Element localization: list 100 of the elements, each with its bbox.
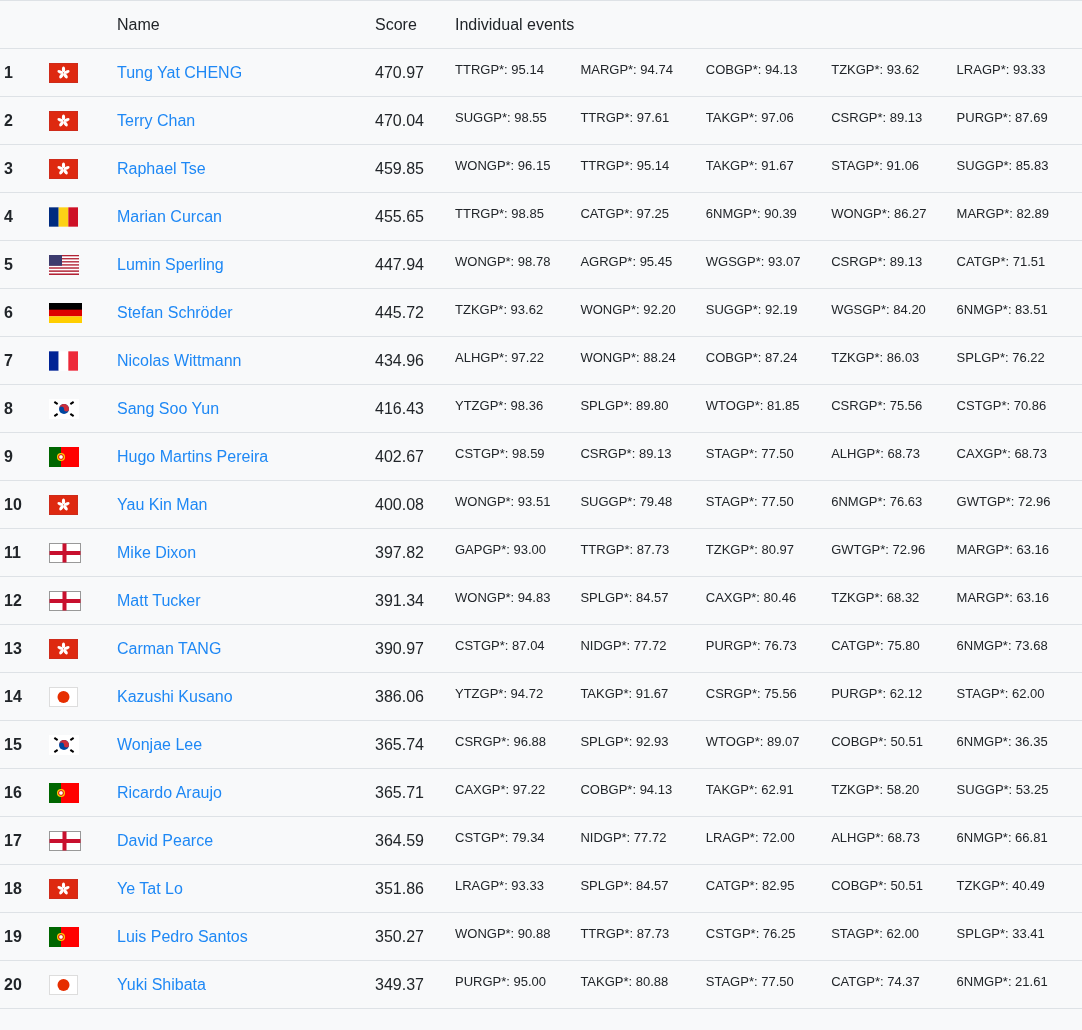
- event-score: TAKGP*: 80.88: [580, 974, 670, 989]
- event-score: WTOGP*: 81.85: [705, 398, 801, 413]
- score-value: 365.74: [375, 735, 424, 753]
- event-score: CSTGP*: 98.59: [455, 446, 546, 461]
- event-score: WGSGP*: 84.20: [831, 302, 927, 317]
- score-value: 350.27: [375, 927, 424, 945]
- event-score: LRAGP*: 93.33: [956, 62, 1047, 77]
- event-score: CSRGP*: 89.13: [580, 446, 673, 461]
- player-name-link[interactable]: Yau Kin Man: [117, 495, 208, 513]
- score-value: 390.97: [375, 639, 424, 657]
- event-score: CATGP*: 97.25: [580, 206, 671, 221]
- event-score: TTRGP*: 97.61: [580, 110, 671, 125]
- event-score: CSTGP*: 70.86: [956, 398, 1048, 413]
- score-value: 447.94: [375, 255, 424, 273]
- event-score: COBGP*: 94.13: [580, 782, 674, 797]
- event-score: TZKGP*: 86.03: [831, 350, 921, 365]
- event-score: SPLGP*: 84.57: [580, 878, 670, 893]
- score-value: 400.08: [375, 495, 424, 513]
- rank-number: 7: [4, 351, 13, 369]
- player-name-link[interactable]: Yuki Shibata: [117, 975, 206, 993]
- event-score: WONGP*: 93.51: [455, 494, 552, 509]
- event-score: YTZGP*: 98.36: [455, 398, 545, 413]
- event-score: PURGP*: 87.69: [956, 110, 1049, 125]
- event-score: 6NMGP*: 73.68: [956, 638, 1049, 653]
- rank-number: 2: [4, 111, 13, 129]
- player-name-link[interactable]: Kazushi Kusano: [117, 687, 233, 705]
- score-value: 459.85: [375, 159, 424, 177]
- event-score: STAGP*: 62.00: [831, 926, 921, 941]
- event-score: TAKGP*: 97.06: [705, 110, 795, 125]
- player-name-link[interactable]: Terry Chan: [117, 111, 196, 129]
- event-score: STAGP*: 77.50: [705, 974, 795, 989]
- event-score: WONGP*: 90.88: [455, 926, 552, 941]
- player-name-link[interactable]: Lumin Sperling: [117, 255, 224, 273]
- rank-number: 14: [4, 687, 22, 705]
- player-name-link[interactable]: Mike Dixon: [117, 543, 197, 561]
- rank-number: 20: [4, 975, 22, 993]
- score-value: 365.71: [375, 783, 424, 801]
- player-name-link[interactable]: David Pearce: [117, 831, 214, 849]
- event-score: AGRGP*: 95.45: [580, 254, 674, 269]
- score-value: 470.97: [375, 63, 424, 81]
- score-value: 397.82: [375, 543, 424, 561]
- event-score: MARGP*: 63.16: [956, 542, 1051, 557]
- player-name-link[interactable]: Hugo Martins Pereira: [117, 447, 269, 465]
- event-score: CAXGP*: 80.46: [705, 590, 798, 605]
- event-score: YTZGP*: 94.72: [455, 686, 545, 701]
- player-name-link[interactable]: Ye Tat Lo: [117, 879, 183, 897]
- player-name-link[interactable]: Marian Curcan: [117, 207, 222, 225]
- player-name-link[interactable]: Sang Soo Yun: [117, 399, 220, 417]
- event-score: CATGP*: 75.80: [831, 638, 921, 653]
- column-header: Score: [375, 15, 417, 33]
- event-score: STAGP*: 77.50: [705, 446, 795, 461]
- event-score: 6NMGP*: 90.39: [705, 206, 798, 221]
- event-score: CSRGP*: 75.56: [705, 686, 798, 701]
- event-score: TTRGP*: 87.73: [580, 542, 671, 557]
- event-score: SUGGP*: 98.55: [455, 110, 548, 125]
- event-score: CSRGP*: 89.13: [831, 110, 924, 125]
- event-score: 6NMGP*: 76.63: [831, 494, 924, 509]
- event-score: TTRGP*: 98.85: [455, 206, 545, 221]
- event-score: MARGP*: 63.16: [956, 590, 1051, 605]
- event-score: SUGGP*: 79.48: [580, 494, 674, 509]
- player-name-link[interactable]: Luis Pedro Santos: [117, 927, 248, 945]
- event-score: WONGP*: 92.20: [580, 302, 677, 317]
- event-score: WONGP*: 96.15: [455, 158, 552, 173]
- score-value: 402.67: [375, 447, 424, 465]
- event-score: TZKGP*: 40.49: [956, 878, 1046, 893]
- event-score: 6NMGP*: 36.35: [956, 734, 1049, 749]
- player-name-link[interactable]: Carman TANG: [117, 639, 222, 657]
- player-name-link[interactable]: Nicolas Wittmann: [117, 351, 242, 369]
- event-score: CSTGP*: 87.04: [455, 638, 546, 653]
- rank-number: 5: [4, 255, 13, 273]
- event-score: 6NMGP*: 21.61: [956, 974, 1049, 989]
- event-score: SPLGP*: 76.22: [956, 350, 1046, 365]
- event-score: LRAGP*: 72.00: [705, 830, 796, 845]
- player-name-link[interactable]: Raphael Tse: [117, 159, 206, 177]
- event-score: CAXGP*: 97.22: [455, 782, 547, 797]
- score-value: 445.72: [375, 303, 424, 321]
- event-score: WONGP*: 86.27: [831, 206, 928, 221]
- rank-number: 3: [4, 159, 13, 177]
- rank-number: 10: [4, 495, 22, 513]
- score-value: 386.06: [375, 687, 424, 705]
- rank-number: 1: [4, 63, 13, 81]
- event-score: TZKGP*: 80.97: [705, 542, 795, 557]
- score-value: 416.43: [375, 399, 424, 417]
- event-score: CSRGP*: 75.56: [831, 398, 924, 413]
- event-score: PURGP*: 76.73: [705, 638, 798, 653]
- player-name-link[interactable]: Stefan Schröder: [117, 303, 233, 321]
- player-name-link[interactable]: Matt Tucker: [117, 591, 201, 609]
- event-score: STAGP*: 62.00: [956, 686, 1046, 701]
- column-header: Individual events: [455, 15, 575, 33]
- player-name-link[interactable]: Ricardo Araujo: [117, 783, 222, 801]
- event-score: CATGP*: 71.51: [956, 254, 1047, 269]
- rank-number: 8: [4, 399, 13, 417]
- event-score: SPLGP*: 92.93: [580, 734, 670, 749]
- event-score: LRAGP*: 93.33: [455, 878, 545, 893]
- score-value: 349.37: [375, 975, 424, 993]
- event-score: COBGP*: 50.51: [831, 878, 924, 893]
- event-score: WONGP*: 88.24: [580, 350, 677, 365]
- player-name-link[interactable]: Tung Yat CHENG: [117, 63, 243, 81]
- event-score: TAKGP*: 91.67: [705, 158, 795, 173]
- player-name-link[interactable]: Wonjae Lee: [117, 735, 203, 753]
